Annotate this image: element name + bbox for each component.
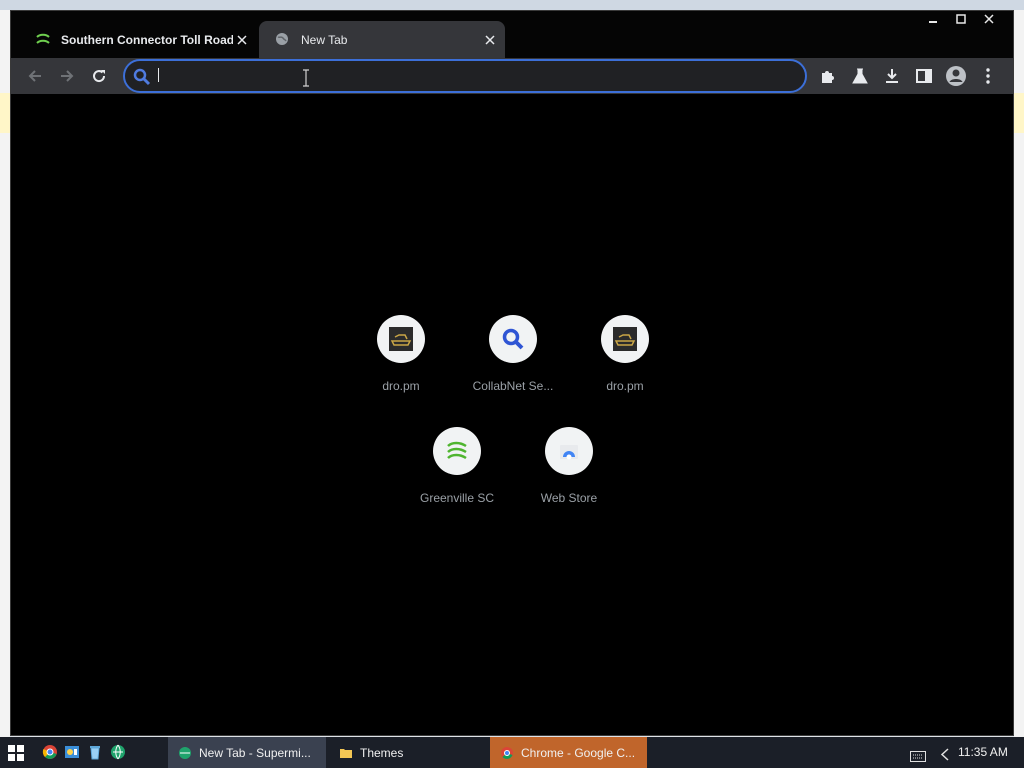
shortcut-label: dro.pm [606,379,644,393]
windows-start-button[interactable] [8,745,24,761]
background-window-strip [0,0,1024,10]
text-caret [158,68,159,82]
dro-pm-icon [601,315,649,363]
system-clock[interactable]: 11:35 AM [958,745,1008,759]
chrome-taskbar-icon[interactable] [42,744,58,760]
os-taskbar: New Tab - Supermi... Themes Chrome - Goo… [0,737,1024,768]
download-icon [886,69,898,83]
flask-icon [852,68,868,84]
shortcut-label: dro.pm [382,379,420,393]
recycle-icon[interactable] [87,744,103,760]
labs-button[interactable] [848,64,872,88]
shortcut-label: Web Store [540,491,598,505]
puzzle-piece-icon [822,71,834,83]
forward-arrow-icon [61,70,74,82]
tab-close-icon[interactable] [481,31,499,49]
taskbar-item-label: Chrome - Google C... [521,745,636,760]
extensions-button[interactable] [816,64,840,88]
minimize-button[interactable] [919,13,947,29]
tab-new-tab[interactable]: New Tab [259,21,505,58]
app-globe-icon [178,746,192,760]
maximize-button[interactable] [947,13,975,29]
dro-pm-icon [377,315,425,363]
browser-toolbar [11,58,1013,94]
globe-icon [275,32,291,48]
folder-icon [339,746,353,760]
chrome-icon [500,746,514,760]
search-icon [489,315,537,363]
southern-connector-favicon-icon [35,31,51,48]
profile-button[interactable] [944,64,968,88]
taskbar-item-new-tab[interactable]: New Tab - Supermi... [168,737,326,768]
tab-close-icon[interactable] [233,31,251,49]
search-icon [133,68,151,86]
side-panel-button[interactable] [912,64,936,88]
web-store-icon [545,427,593,475]
forward-button[interactable] [55,64,79,88]
back-button[interactable] [23,64,47,88]
tab-title: New Tab [301,32,348,47]
shortcut-tile[interactable]: dro.pm [345,315,457,393]
taskbar-item-chrome[interactable]: Chrome - Google C... [490,737,647,768]
downloads-button[interactable] [880,64,904,88]
close-window-button[interactable] [975,13,1003,29]
shortcut-tile[interactable]: CollabNet Se... [457,315,569,393]
mouse-ibeam-cursor-icon [301,69,311,87]
keyboard-icon[interactable] [910,747,926,762]
taskbar-item-themes[interactable]: Themes [329,737,487,768]
shortcut-label: Greenville SC [419,491,495,505]
windows-logo-icon [8,745,24,761]
control-panel-icon[interactable] [64,744,80,760]
shortcut-label: CollabNet Se... [472,379,554,393]
southern-connector-icon [433,427,481,475]
back-arrow-icon [28,70,41,82]
chevron-left-icon[interactable] [940,746,950,761]
reload-button[interactable] [87,64,111,88]
tab-title: Southern Connector Toll Road - [61,32,233,47]
background-infobar-left [0,93,10,133]
side-panel-icon [916,69,932,83]
address-bar[interactable] [123,59,807,93]
shortcut-tile[interactable]: Web Store [513,427,625,505]
reload-icon [93,70,106,83]
taskbar-item-label: Themes [360,745,404,760]
address-input[interactable] [157,65,757,87]
taskbar-item-label: New Tab - Supermi... [199,745,311,760]
app-globe-icon[interactable] [110,744,126,760]
title-bar: Southern Connector Toll Road - New Tab [11,11,1013,58]
menu-button[interactable] [976,64,1000,88]
shortcut-tile[interactable]: dro.pm [569,315,681,393]
background-infobar-right [1014,93,1024,133]
kebab-menu-icon [986,68,990,84]
browser-window: Southern Connector Toll Road - New Tab d… [10,10,1014,736]
tab-southern-connector[interactable]: Southern Connector Toll Road - [27,21,257,58]
window-controls [919,13,1003,29]
avatar-icon [946,66,966,86]
shortcut-tile[interactable]: Greenville SC [401,427,513,505]
